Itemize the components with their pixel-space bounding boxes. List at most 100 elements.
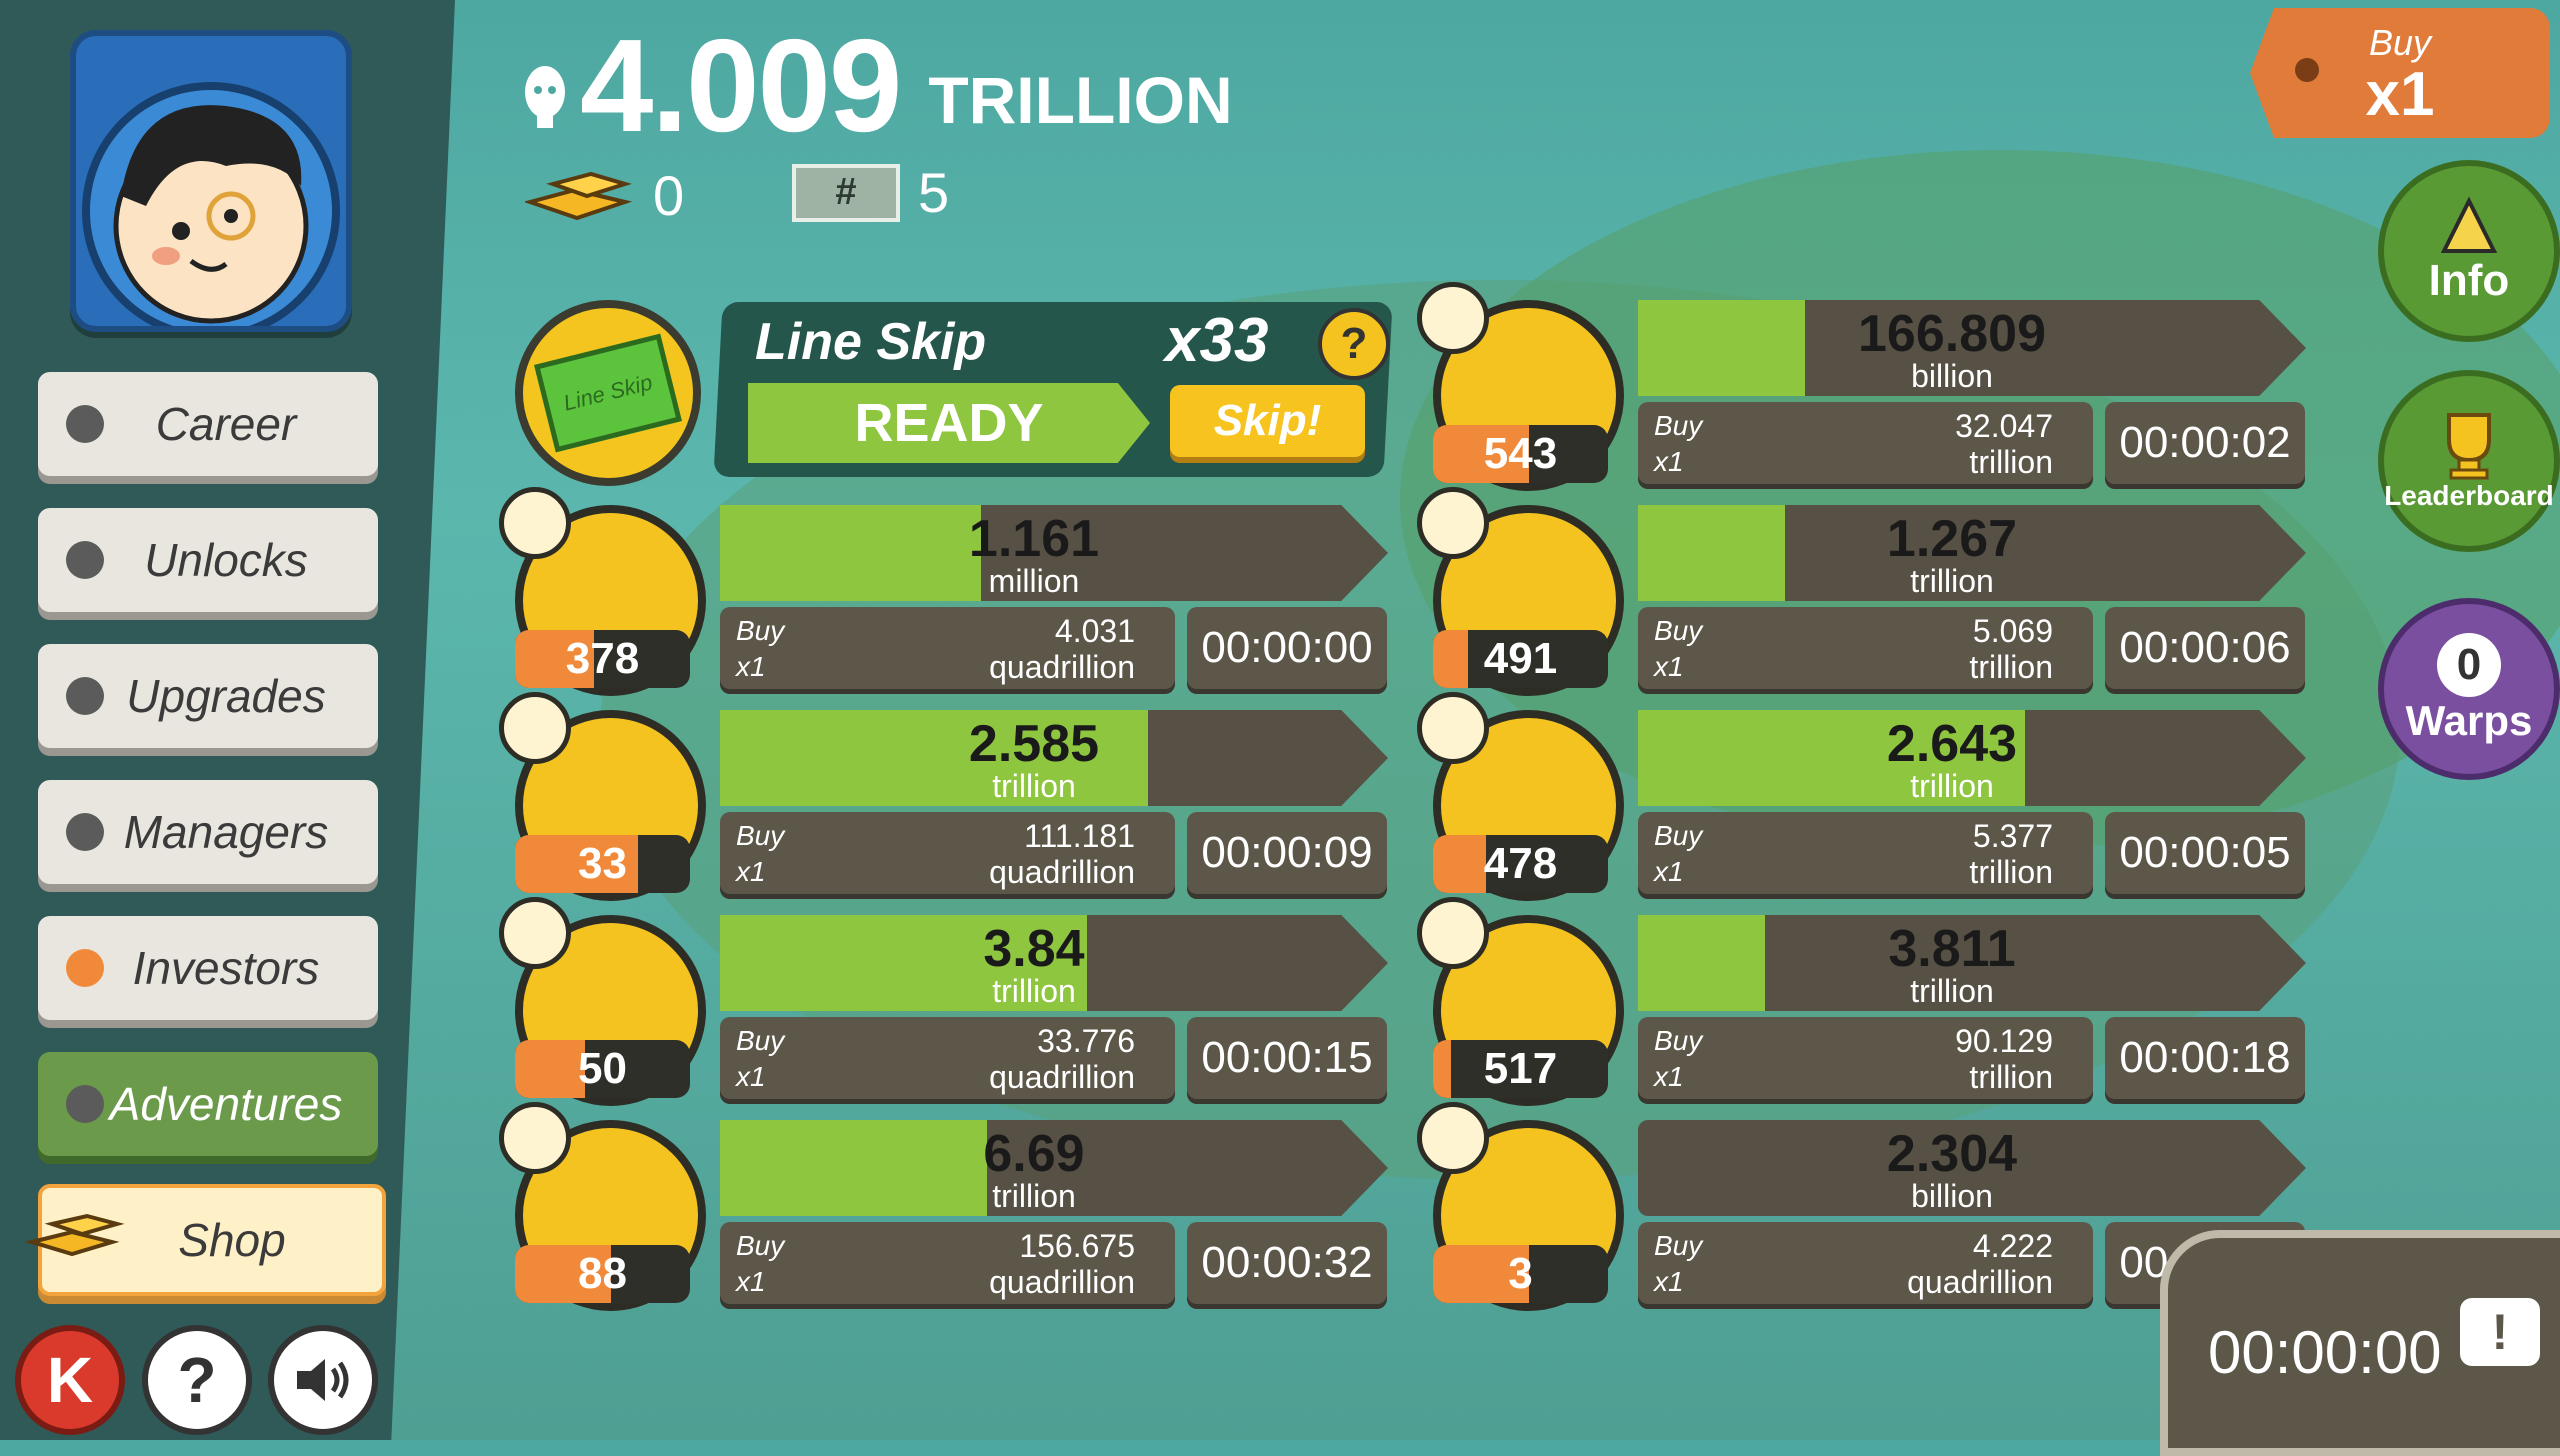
help-button[interactable]: ? — [142, 1325, 252, 1435]
gold-upgrade-icon[interactable] — [1417, 897, 1489, 969]
gold-upgrade-icon[interactable] — [1417, 692, 1489, 764]
business-timer: 00:00:18 — [2105, 1017, 2305, 1099]
buy-label: Buy — [736, 1025, 785, 1056]
gold-upgrade-icon[interactable] — [499, 692, 571, 764]
count-progress-fill — [515, 1040, 585, 1098]
line-skip-help-label: ? — [1340, 319, 1368, 368]
cost-unit: quadrillion — [989, 649, 1135, 685]
business-progress-bar[interactable]: 2.585 trillion — [720, 710, 1388, 806]
buy-business-button[interactable]: Buy x1 33.776 quadrillion — [720, 1017, 1175, 1099]
buy-label: Buy — [736, 820, 785, 851]
unlocks-button[interactable]: Unlocks — [38, 508, 378, 612]
skip-button-label: Skip! — [1213, 396, 1322, 445]
astronaut-avatar-icon — [82, 82, 340, 326]
shop-button[interactable]: Shop — [24, 1184, 386, 1296]
business-progress-bar[interactable]: 1.161 million — [720, 505, 1388, 601]
buy-business-button[interactable]: Buy x1 4.222 quadrillion — [1638, 1222, 2093, 1304]
timer-value: 00:00:15 — [1201, 1033, 1373, 1082]
business-progress-bar[interactable]: 6.69 trillion — [720, 1120, 1388, 1216]
gold-upgrade-icon[interactable] — [1417, 282, 1489, 354]
cost-unit: quadrillion — [1907, 1264, 2053, 1300]
gold-upgrade-icon[interactable] — [499, 487, 571, 559]
business-count-value: 517 — [1483, 1044, 1558, 1093]
skip-button[interactable]: Skip! — [1170, 385, 1365, 457]
business-count: 50 — [515, 1040, 690, 1098]
buy-business-button[interactable]: Buy x1 32.047 trillion — [1638, 402, 2093, 484]
buy-business-button[interactable]: Buy x1 4.031 quadrillion — [720, 607, 1175, 689]
business-progress-bar[interactable]: 2.304 billion — [1638, 1120, 2306, 1216]
gold-count: 0 — [653, 163, 685, 227]
buy-qty: x1 — [1654, 651, 1684, 682]
info-button[interactable]: Info — [2378, 160, 2560, 342]
business-count: 378 — [515, 630, 690, 688]
buy-label: Buy — [1654, 615, 1703, 646]
revenue-amount: 1.161 — [968, 510, 1100, 568]
gold-upgrade-icon[interactable] — [1417, 1102, 1489, 1174]
buy-qty: x1 — [736, 1266, 766, 1297]
trophy-icon — [2447, 413, 2491, 480]
business-timer: 00:00:09 — [1187, 812, 1387, 894]
buy-business-button[interactable]: Buy x1 156.675 quadrillion — [720, 1222, 1175, 1304]
business-progress-bar[interactable]: 2.643 trillion — [1638, 710, 2306, 806]
business-count-value: 491 — [1483, 634, 1558, 683]
line-skip-icon: Line Skip — [515, 300, 701, 486]
gold-upgrade-icon[interactable] — [499, 1102, 571, 1174]
buy-qty: x1 — [1654, 856, 1684, 887]
sound-button[interactable] — [268, 1325, 378, 1435]
ticket-glyph: # — [835, 171, 857, 213]
business-count-value: 478 — [1483, 839, 1558, 888]
business-count: 33 — [515, 835, 690, 893]
line-skip-help-button[interactable]: ? — [1318, 308, 1390, 380]
business-count: 517 — [1433, 1040, 1608, 1098]
investors-button[interactable]: Investors — [38, 916, 378, 1020]
player-avatar[interactable] — [70, 30, 352, 332]
speaker-icon — [297, 1359, 349, 1401]
buy-qty: x1 — [736, 1061, 766, 1092]
buy-label: Buy — [1654, 1230, 1703, 1261]
buy-business-button[interactable]: Buy x1 5.069 trillion — [1638, 607, 2093, 689]
cost-amount: 90.129 — [1955, 1023, 2053, 1059]
revenue-amount: 1.267 — [1886, 510, 2018, 568]
business-count: 491 — [1433, 630, 1608, 688]
business-count-value: 88 — [578, 1249, 627, 1298]
leaderboard-button[interactable]: Leaderboard — [2378, 370, 2560, 552]
business-progress-bar[interactable]: 3.84 trillion — [720, 915, 1388, 1011]
line-skip-count: x33 — [1165, 306, 1269, 375]
revenue-amount: 3.84 — [983, 920, 1085, 978]
buy-label: Buy — [1654, 820, 1703, 851]
business-progress-bar[interactable]: 1.267 trillion — [1638, 505, 2306, 601]
buy-business-button[interactable]: Buy x1 90.129 trillion — [1638, 1017, 2093, 1099]
status-dot — [66, 677, 104, 715]
cost-unit: trillion — [1969, 854, 2053, 890]
kongregate-button[interactable]: K — [15, 1325, 125, 1435]
gold-upgrade-icon[interactable] — [1417, 487, 1489, 559]
adventures-button[interactable]: Adventures — [38, 1052, 378, 1156]
buy-business-button[interactable]: Buy x1 111.181 quadrillion — [720, 812, 1175, 894]
business-progress-bar[interactable]: 166.809 billion — [1638, 300, 2306, 396]
revenue-unit: trillion — [1910, 563, 1994, 599]
revenue-unit: billion — [1911, 1178, 1993, 1214]
timer-value: 00:00:09 — [1201, 828, 1373, 877]
tv-ad-panel[interactable]: 00:00:00 ! — [2160, 1230, 2560, 1456]
leaderboard-label: Leaderboard — [2384, 480, 2554, 511]
line-skip-status-label: READY — [854, 393, 1044, 453]
warps-button[interactable]: 0 Warps — [2378, 598, 2560, 780]
career-button[interactable]: Career — [38, 372, 378, 476]
cost-amount: 4.222 — [1972, 1228, 2053, 1264]
gold-upgrade-icon[interactable] — [499, 897, 571, 969]
buy-multiplier-button[interactable]: Buy x1 — [2250, 8, 2550, 138]
business-count-value: 543 — [1483, 429, 1558, 478]
managers-button[interactable]: Managers — [38, 780, 378, 884]
buy-label: Buy — [2368, 22, 2432, 63]
cost-unit: quadrillion — [989, 1264, 1135, 1300]
business-progress-bar[interactable]: 3.811 trillion — [1638, 915, 2306, 1011]
buy-qty: x1 — [1654, 1266, 1684, 1297]
hat-icon — [2440, 196, 2498, 253]
buy-business-button[interactable]: Buy x1 5.377 trillion — [1638, 812, 2093, 894]
investors-label: Investors — [132, 942, 320, 994]
ticket-icon: # — [792, 163, 900, 222]
buy-label: Buy — [1654, 1025, 1703, 1056]
status-dot — [66, 405, 104, 443]
upgrades-button[interactable]: Upgrades — [38, 644, 378, 748]
revenue-amount: 166.809 — [1858, 305, 2046, 363]
